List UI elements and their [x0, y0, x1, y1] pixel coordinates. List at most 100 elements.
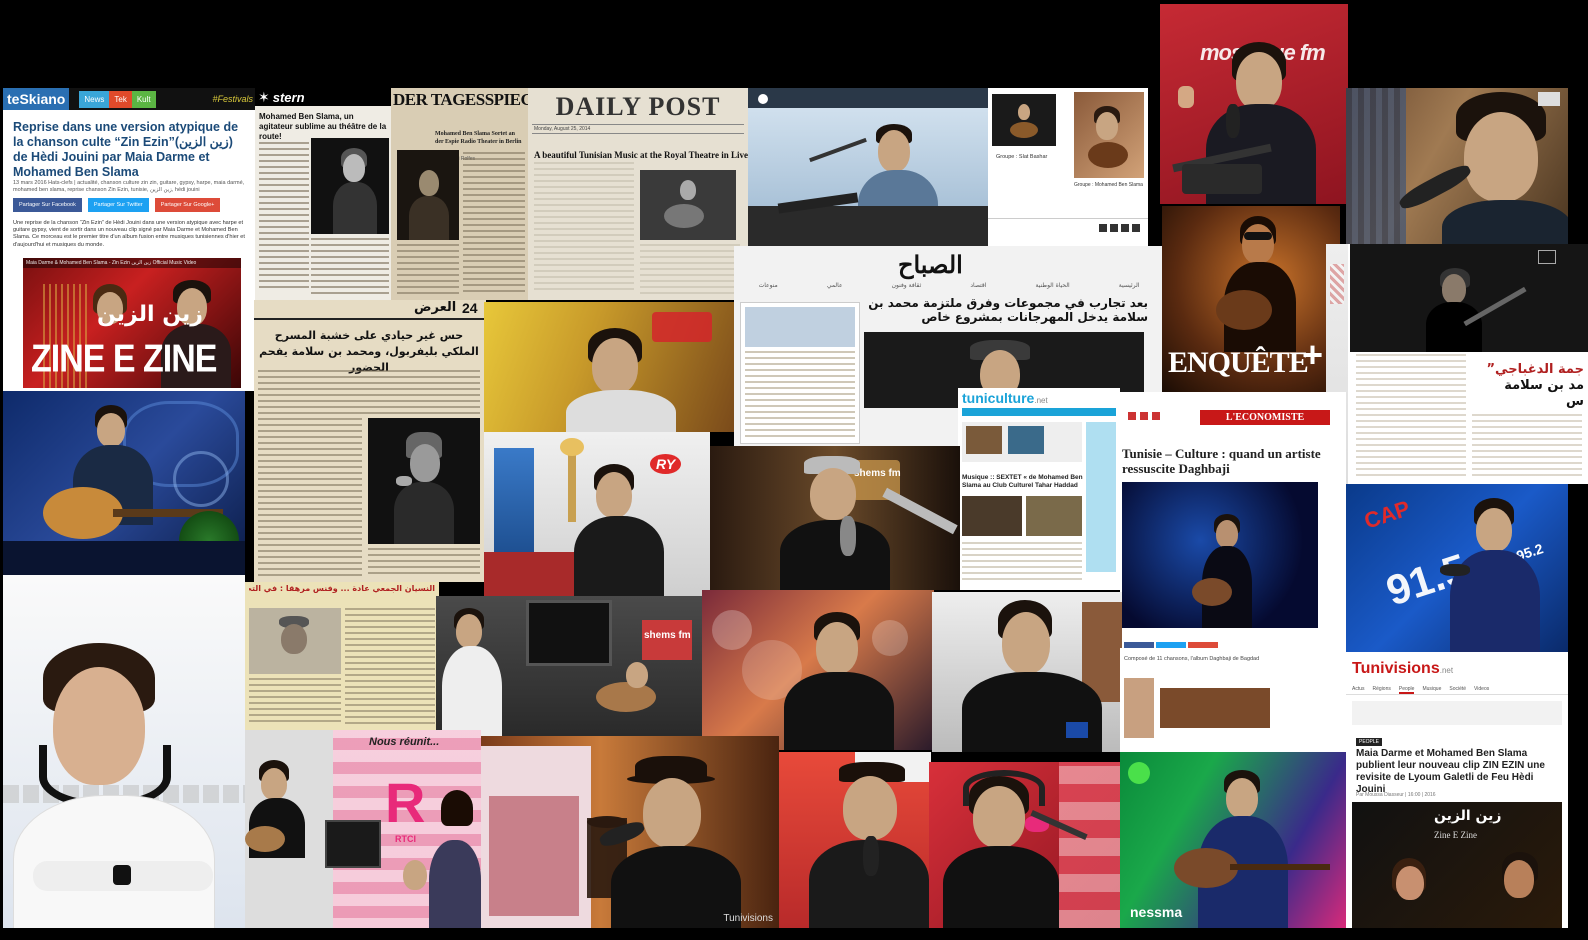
daily-post-masthead: DAILY POST [555, 92, 721, 121]
assabah-logo[interactable]: الصباح [898, 250, 963, 279]
tuniculture-website: tuniculture .net Musique :: SEXTET « de … [958, 388, 1120, 590]
article-date: 13 mars 2016 [13, 180, 47, 186]
tab-people[interactable]: People [1398, 686, 1415, 694]
singer-hat-photo: Tunivisions [481, 736, 779, 928]
leconomiste-caption-text: Composé de 11 chansons, l'album Daghbaji… [1124, 656, 1260, 662]
red-studio-photo [779, 752, 931, 928]
tunivisions-logo[interactable]: Tunivisions [1352, 660, 1440, 678]
daily-post-clipping: DAILY POST Monday, August 25, 2014 A bea… [528, 88, 748, 300]
article-headline[interactable]: Reprise dans une version atypique de la … [3, 110, 255, 176]
stern-clipping: ✶ stern Mohamed Ben Slama, un agitateur … [255, 88, 393, 300]
video-player[interactable]: Maia Darme & Mohamed Ben Slama - Zin Ezi… [23, 258, 241, 388]
tunivisions-badge: PEOPLE [1356, 738, 1383, 746]
mosaique-fm-photo: mosaique fm [1160, 4, 1348, 204]
teskiano-article: teSkiano News Tek Kult #Festivals Repris… [3, 88, 255, 391]
singer-mic-photo: shems fm [710, 446, 960, 590]
share-red-2[interactable] [1140, 412, 1148, 420]
nav-tek[interactable]: Tek [109, 90, 132, 108]
share-facebook-button[interactable]: Partager Sur Facebook [13, 198, 82, 212]
tunivisions-byline: Par Moussa Diasseur | 16:00 | 2016 [1356, 792, 1436, 798]
tab-regions[interactable]: Régions [1373, 686, 1391, 694]
assabah-nav-3[interactable]: اقتصاد [970, 282, 986, 292]
nav-festivals[interactable]: #Festivals [212, 94, 253, 104]
enquete-logo: ENQUÊTE [1168, 346, 1309, 379]
rtci-logo: RTCI [395, 834, 416, 844]
assabah-nav-4[interactable]: ثقافة وفنون [892, 282, 922, 292]
tunivisions-video[interactable]: زين الزين Zine E Zine [1352, 802, 1562, 928]
enquete-plus: + [1302, 334, 1324, 375]
arabic-clipping-bottom: النسيان الجمعي عادة ... وفنس مرهقا : في … [245, 582, 439, 730]
video-caption: Maia Darme & Mohamed Ben Slama - Zin Ezi… [23, 258, 241, 268]
assabah-nav-2[interactable]: الحياة الوطنية [1035, 282, 1069, 292]
arabic-right-tail: س [1566, 394, 1584, 409]
ry-interview-photo: RY [484, 432, 710, 596]
tab-videos[interactable]: Videos [1474, 686, 1489, 694]
gallery-caption-1: Groupe : Slat Bashar [996, 154, 1048, 160]
smiling-man-photo [932, 592, 1122, 752]
bokeh-portrait-photo [702, 590, 934, 750]
tuniculture-headline[interactable]: Musique :: SEXTET « de Mohamed Ben Slama… [962, 474, 1086, 490]
tagesspiegel-logo: DER TAGESSPIEGEL [393, 90, 529, 109]
portrait-headphones-photo [3, 575, 245, 928]
gallery-caption-2: Groupe : Mohamed Ben Slama [1074, 182, 1143, 188]
tab-societe[interactable]: Société [1449, 686, 1466, 694]
shems-logo: shems fm [644, 630, 691, 641]
leconomiste-article: L'ECONOMISTE Tunisie – Culture : quand u… [1120, 392, 1346, 648]
tagesspiegel-headline: Mohamed Ben Slama Sortet an der Espie Ra… [435, 131, 522, 145]
leconomiste-logo[interactable]: L'ECONOMISTE [1200, 410, 1330, 425]
share-google-button[interactable]: Partager Sur Google+ [154, 198, 221, 212]
rtci-studio-photo: Nous réunit... R RTCI [245, 730, 481, 928]
gallery-clipping: Groupe : Slat Bashar Groupe : Mohamed Be… [988, 88, 1148, 246]
cap-logo: CAP [1361, 495, 1414, 534]
clipping-headline: حس غير حيادي على خشبة المسرح الملكي بليف… [259, 329, 479, 374]
video-title-arabic: زين الزين [97, 302, 203, 327]
share-twitter-button[interactable]: Partager Sur Twitter [87, 198, 149, 212]
headphones-radio-photo [929, 762, 1121, 928]
assabah-headline[interactable]: بعد تجارب في مجموعات وفرق ملتزمة محمد بن… [868, 296, 1148, 324]
arabic-right-title: جمة الدغباجي” [1486, 362, 1584, 377]
nessma-watermark: nessma [1130, 904, 1183, 920]
arabic-article-right: جمة الدغباجي” مد بن سلامة س [1326, 244, 1588, 484]
nous-reunit-text: Nous réunit... [369, 736, 440, 748]
assabah-nav-6[interactable]: منوعات [759, 282, 778, 292]
shems-studio-photo: shems fm [436, 596, 702, 736]
tunivisions-headline[interactable]: Maia Darme et Mohamed Ben Slama publient… [1356, 748, 1562, 796]
guitar-performance-photo [3, 391, 245, 575]
tv-interview-yellow [484, 302, 734, 432]
stern-star-icon: ✶ [258, 88, 270, 105]
clip-title-arabic: زين الزين [1434, 808, 1502, 824]
tunivisions-watermark: Tunivisions [723, 913, 773, 924]
radio-studio-photo [748, 88, 988, 246]
cap-fm-photo: CAP 91.5 95.2 [1346, 484, 1568, 652]
article-tags: Hats-clefs | actualité, chanson culture … [13, 180, 245, 193]
tab-musique[interactable]: Musique [1422, 686, 1441, 694]
share-red-1[interactable] [1128, 412, 1136, 420]
stern-headline: Mohamed Ben Slama, un agitateur sublime … [259, 112, 387, 141]
leconomiste-headline[interactable]: Tunisie – Culture : quand un artiste res… [1122, 446, 1322, 476]
share-icon-2[interactable] [1110, 223, 1118, 232]
daily-post-date: Monday, August 25, 2014 [532, 124, 744, 134]
article-paragraph: Une reprise de la chanson “Zin Ezin” de … [13, 220, 245, 248]
nav-kult[interactable]: Kult [131, 90, 156, 108]
leconomiste-caption: Composé de 11 chansons, l'album Daghbaji… [1120, 648, 1346, 752]
stern-logo: stern [272, 89, 305, 105]
share-icon-1[interactable] [1099, 223, 1107, 232]
arabic-clipping-24: 24 العرض حس غير حيادي على خشبة المسرح ال… [254, 300, 486, 582]
tuniculture-tld: .net [1034, 396, 1048, 405]
tuniculture-logo[interactable]: tuniculture [962, 390, 1034, 406]
assabah-nav-5[interactable]: عالمي [827, 282, 843, 292]
clip-title: Zine E Zine [1434, 830, 1477, 840]
ry-logo: RY [650, 454, 682, 474]
share-icon-4[interactable] [1132, 223, 1140, 232]
tunivisions-article: Tunivisions .net Actus Régions People Mu… [1346, 652, 1568, 928]
clipping-strip-text: النسيان الجمعي عادة ... وفنس مرهقا : في … [249, 584, 435, 593]
clipping-number: 24 [462, 300, 478, 316]
daily-post-headline: A beautiful Tunisian Music at the Royal … [534, 150, 748, 160]
arabic-right-subtitle: مد بن سلامة [1504, 378, 1584, 393]
nav-news[interactable]: News [79, 90, 110, 108]
assabah-nav-1[interactable]: الرئيسية [1119, 282, 1140, 292]
tab-actus[interactable]: Actus [1352, 686, 1365, 694]
share-red-3[interactable] [1152, 412, 1160, 420]
share-icon-3[interactable] [1121, 223, 1129, 232]
teskiano-logo[interactable]: teSkiano [3, 88, 70, 110]
